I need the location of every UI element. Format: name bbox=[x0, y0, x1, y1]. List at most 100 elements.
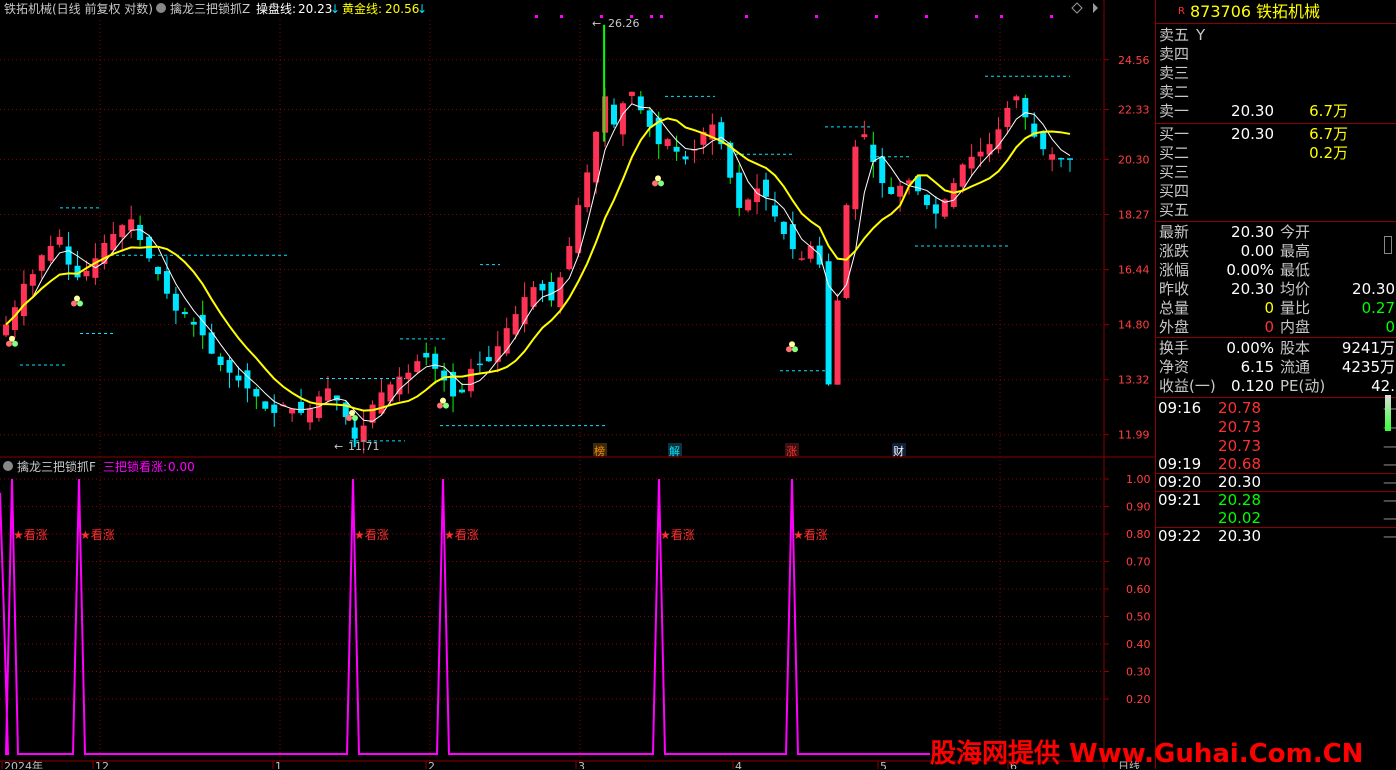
candle-body bbox=[834, 300, 841, 385]
tick-sep bbox=[1156, 509, 1396, 510]
ask-volume bbox=[1296, 64, 1348, 83]
indicator-grid bbox=[0, 478, 1104, 700]
high-marker-arrow: ← bbox=[592, 17, 601, 30]
dropdown-icon[interactable] bbox=[156, 3, 166, 13]
tick-time: 09:20 bbox=[1158, 473, 1202, 491]
candle-body bbox=[65, 246, 72, 265]
flower-icon bbox=[786, 341, 798, 353]
scroll-indicator[interactable] bbox=[1384, 236, 1392, 254]
candle-body bbox=[968, 156, 975, 169]
play-icon[interactable] bbox=[1093, 3, 1098, 13]
bid-label: 买五 bbox=[1159, 201, 1190, 219]
sub-indicator-name[interactable]: 擒龙三把锁抓F bbox=[17, 459, 96, 474]
candle-body bbox=[1049, 154, 1056, 160]
stat-value: 0.00 bbox=[1240, 242, 1274, 260]
candle-body bbox=[405, 372, 412, 380]
tick-price: 20.73 bbox=[1218, 437, 1261, 455]
ask-price bbox=[1216, 45, 1274, 64]
stat-label: 最低 bbox=[1280, 261, 1311, 279]
price-grid bbox=[0, 20, 1104, 761]
stat-value: 0 bbox=[1385, 318, 1395, 336]
ask-label: 卖一 bbox=[1159, 102, 1190, 120]
event-tag-cai[interactable]: 财 bbox=[893, 444, 904, 458]
stat-value: 0.00% bbox=[1226, 339, 1274, 357]
line1-arrow: ↓ bbox=[330, 2, 340, 16]
candle-body bbox=[646, 110, 653, 127]
candle-body bbox=[378, 392, 385, 414]
stat-label: 今开 bbox=[1280, 223, 1311, 241]
bid-label: 买一 bbox=[1159, 125, 1190, 143]
sub-tick-label: 0.40 bbox=[1126, 638, 1151, 651]
diamond-icon[interactable] bbox=[1071, 2, 1083, 14]
event-tag-zhang[interactable]: 涨 bbox=[786, 445, 797, 458]
tick-dash: — bbox=[1383, 527, 1396, 546]
quote-panel: R 873706 铁拓机械 卖五 Y 卖四 卖三 卖二 卖一 20.30 6.7万 买一 20.3… bbox=[1155, 0, 1396, 769]
stat-label: 涨跌 bbox=[1159, 242, 1190, 260]
candle-body bbox=[932, 204, 939, 214]
tick-dash: — bbox=[1383, 437, 1396, 456]
stat-value bbox=[1331, 261, 1395, 280]
stock-title[interactable]: 铁拓机械(日线 前复权 对数) bbox=[4, 1, 153, 16]
ask-volume bbox=[1296, 45, 1348, 64]
tick-price: 20.73 bbox=[1218, 418, 1261, 436]
event-tag-jie[interactable]: 解 bbox=[669, 444, 680, 458]
flower-icon bbox=[652, 175, 664, 187]
candle-body bbox=[324, 388, 331, 401]
candle-body bbox=[137, 224, 144, 240]
flower-icon bbox=[71, 295, 83, 307]
stat-value: 9241万 bbox=[1341, 339, 1395, 357]
sub-dropdown-icon[interactable] bbox=[3, 461, 13, 471]
candle-body bbox=[566, 246, 573, 270]
stat-label: 外盘 bbox=[1159, 318, 1190, 336]
sub-series-label: 三把锁看涨: bbox=[103, 459, 167, 474]
operation-line bbox=[5, 103, 1071, 422]
date-label: 1 bbox=[275, 760, 282, 769]
event-tag-bang[interactable]: 榜 bbox=[594, 444, 605, 458]
candle-body bbox=[467, 368, 474, 392]
watermark: 股海网提供 Www.Guhai.Com.CN bbox=[930, 739, 1364, 769]
chart-area[interactable]: 铁拓机械(日线 前复权 对数) 擒龙三把锁抓Z 操盘线: 20.23 ↓ 黄金线… bbox=[0, 0, 1155, 769]
candle-body bbox=[119, 225, 126, 238]
tick-price: 20.30 bbox=[1218, 473, 1261, 491]
bid-volume: 6.7万 bbox=[1309, 125, 1348, 143]
candle-body bbox=[798, 258, 805, 260]
candle-body bbox=[959, 164, 966, 187]
candle-body bbox=[3, 324, 9, 336]
flower-icon bbox=[6, 335, 18, 347]
candle-body bbox=[262, 401, 269, 409]
quote-sep-3 bbox=[1156, 221, 1396, 222]
candle-body bbox=[861, 134, 868, 138]
stat-value: 4235万 bbox=[1341, 358, 1395, 376]
stat-value: 20.30 bbox=[1231, 280, 1274, 298]
sub-tick-label: 0.80 bbox=[1126, 528, 1151, 541]
bid-label: 买三 bbox=[1159, 163, 1190, 181]
candle-body bbox=[619, 103, 626, 135]
candle-body bbox=[1067, 158, 1073, 160]
bullish-label: ★看涨 bbox=[354, 527, 389, 542]
stock-code[interactable]: 873706 bbox=[1190, 2, 1251, 21]
quote-sep-5 bbox=[1156, 397, 1396, 398]
stat-label: 换手 bbox=[1159, 339, 1190, 357]
stock-name[interactable]: 铁拓机械 bbox=[1256, 2, 1320, 21]
tick-dash: — bbox=[1383, 491, 1396, 510]
market-badge: R bbox=[1178, 6, 1185, 17]
indicator-name[interactable]: 擒龙三把锁抓Z bbox=[170, 1, 250, 16]
candle-body bbox=[950, 183, 957, 207]
date-label: 5 bbox=[880, 760, 887, 769]
line2-label: 黄金线: bbox=[342, 1, 382, 16]
candle-body bbox=[628, 91, 635, 96]
bullish-label: ★看涨 bbox=[793, 527, 828, 542]
candle-body bbox=[47, 246, 54, 261]
candle-body bbox=[575, 205, 582, 254]
date-label: 4 bbox=[735, 760, 742, 769]
candle-body bbox=[995, 129, 1002, 150]
ask-extra: Y bbox=[1196, 26, 1206, 44]
stat-label: 涨幅 bbox=[1159, 261, 1190, 279]
stat-label: 最高 bbox=[1280, 242, 1311, 260]
stat-label: 净资 bbox=[1159, 358, 1190, 376]
candle-body bbox=[780, 221, 787, 235]
stat-value: 0.27 bbox=[1361, 299, 1395, 317]
tick-price: 20.68 bbox=[1218, 455, 1261, 473]
candle-body bbox=[1058, 158, 1065, 160]
candle-body bbox=[485, 357, 492, 362]
